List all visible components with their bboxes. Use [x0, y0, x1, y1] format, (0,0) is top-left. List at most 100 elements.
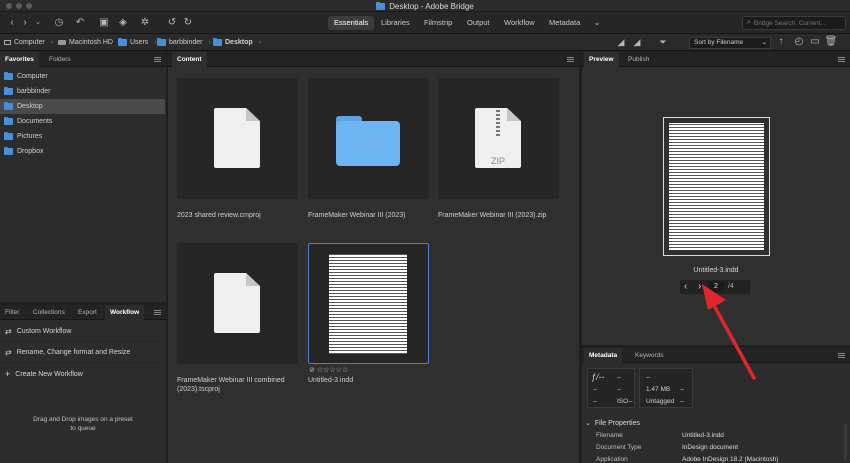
panel-menu-icon[interactable]	[567, 57, 574, 62]
workflow-icon: ⇄	[5, 327, 12, 336]
tab-filter[interactable]: Filter	[0, 305, 24, 320]
tab-favorites[interactable]: Favorites	[0, 52, 39, 67]
rating-stars[interactable]: ⊘ ☆☆☆☆☆	[309, 366, 348, 374]
workspace-tab-filmstrip[interactable]: Filmstrip	[418, 16, 458, 30]
workspace-tab-metadata[interactable]: Metadata	[543, 16, 586, 30]
favorite-label: barbbinder	[17, 88, 51, 95]
preview-panel-tabs: Preview Publish	[582, 52, 850, 67]
star-rating[interactable]: ☆☆☆☆☆	[317, 367, 348, 374]
iso-value: ISO--	[617, 398, 633, 405]
metadata-scrollbar[interactable]	[844, 424, 847, 460]
favorite-label: Pictures	[17, 133, 43, 140]
tab-keywords[interactable]: Keywords	[630, 348, 669, 363]
thumbnail-caption: FrameMaker Webinar III (2023)	[308, 212, 406, 219]
folder-icon	[213, 38, 222, 46]
property-value: Adobe InDesign 18.2 (Macintosh)	[682, 456, 779, 463]
rotate-right-icon[interactable]: ↻	[181, 17, 195, 29]
color-space-value: Untagged	[646, 398, 675, 405]
section-title: File Properties	[594, 419, 641, 427]
workspace-tab-output[interactable]: Output	[461, 16, 496, 30]
tab-metadata[interactable]: Metadata	[584, 348, 623, 363]
workspace-menu-chevron-icon[interactable]: ⌄	[590, 17, 604, 29]
trash-icon[interactable]: 🗑	[824, 36, 838, 48]
open-recent-icon[interactable]: ✲	[138, 17, 152, 29]
favorite-item-dropbox[interactable]: Dropbox	[0, 144, 165, 159]
favorites-panel-tabs: Favorites Folders	[0, 52, 166, 67]
workflow-item-custom[interactable]: ⇄ Custom Workflow	[0, 322, 165, 342]
folder-icon	[4, 132, 13, 140]
chevron-down-icon[interactable]: ⌄	[31, 17, 45, 29]
tab-publish[interactable]: Publish	[623, 52, 654, 67]
breadcrumb-computer[interactable]: Computer ›	[4, 34, 53, 51]
thumbnail-framemaker-webinar-tscproj[interactable]	[177, 243, 298, 364]
workflow-panel-tabs: Filter Collections Export Workflow	[0, 305, 166, 320]
thumbnail-framemaker-webinar-folder[interactable]	[308, 78, 429, 199]
file-properties-section-header[interactable]: ⌄ File Properties	[585, 419, 641, 428]
preview-document-page[interactable]	[663, 117, 770, 256]
chevron-right-icon: ›	[258, 39, 261, 46]
hard-drive-icon	[58, 40, 66, 45]
breadcrumb-label: barbbinder	[169, 39, 203, 46]
favorite-item-documents[interactable]: Documents	[0, 114, 165, 129]
reject-icon[interactable]: ⊘	[309, 367, 315, 374]
chevron-right-icon: ›	[50, 39, 54, 46]
breadcrumb-users[interactable]: Users ›	[118, 34, 157, 51]
rotate-left-icon[interactable]: ↺	[165, 17, 179, 29]
panel-menu-icon[interactable]	[154, 57, 161, 62]
thumbnail-framemaker-webinar-zip[interactable]: ZIP	[438, 78, 559, 199]
favorite-item-desktop[interactable]: Desktop	[0, 99, 165, 114]
open-recent-files-icon[interactable]: ◴	[792, 36, 806, 48]
sort-direction-icon[interactable]: ↑	[774, 36, 788, 48]
create-new-workflow-button[interactable]: + Create New Workflow	[0, 364, 165, 384]
main-toolbar: ‹ › ⌄ ◷ ↶ ▣ ◈ ✲ ↺ ↻ Essentials Libraries…	[0, 12, 850, 34]
boomerang-icon[interactable]: ↶	[73, 17, 87, 29]
content-panel-tabs: Content	[168, 52, 579, 67]
tab-export[interactable]: Export	[73, 305, 102, 320]
tab-folders[interactable]: Folders	[44, 52, 76, 67]
folder-icon	[4, 147, 13, 155]
breadcrumb-barbbinder[interactable]: barbbinder ›	[157, 34, 211, 51]
workspace-tab-essentials[interactable]: Essentials	[328, 16, 375, 30]
search-box[interactable]: ⌕	[742, 16, 846, 30]
workflow-item-rename-resize[interactable]: ⇄ Rename, Change format and Resize	[0, 343, 165, 363]
panel-menu-icon[interactable]	[154, 310, 161, 315]
quality-icon[interactable]: ◢	[614, 36, 628, 48]
drop-hint: Drag and Drop images on a preset to queu…	[33, 416, 133, 432]
breadcrumb-desktop[interactable]: Desktop ›	[213, 34, 261, 51]
favorite-item-pictures[interactable]: Pictures	[0, 129, 165, 144]
workflow-panel: Filter Collections Export Workflow ⇄ Cus…	[0, 305, 166, 463]
recent-history-icon[interactable]: ◷	[52, 17, 66, 29]
thumbnail-2023-shared-review[interactable]	[177, 78, 298, 199]
search-input[interactable]	[753, 19, 844, 27]
zipper-icon	[496, 110, 500, 136]
sort-dropdown[interactable]: Sort by Filename ⌄	[689, 37, 771, 49]
workspace-tab-workflow[interactable]: Workflow	[498, 16, 541, 30]
favorite-item-computer[interactable]: Computer	[0, 69, 165, 84]
tab-workflow[interactable]: Workflow	[105, 305, 145, 320]
page-fold	[246, 273, 260, 286]
favorite-item-barbbinder[interactable]: barbbinder	[0, 84, 165, 99]
camera-import-icon[interactable]: ▣	[97, 17, 111, 29]
forward-arrow-icon[interactable]: ›	[18, 17, 32, 29]
rating-filter-icon[interactable]: ◢	[630, 36, 644, 48]
thumbnail-untitled-3-indd[interactable]	[308, 243, 429, 364]
tab-preview[interactable]: Preview	[584, 52, 619, 67]
workspace-tab-libraries[interactable]: Libraries	[375, 16, 416, 30]
tab-content[interactable]: Content	[172, 52, 207, 67]
folder-icon	[4, 87, 13, 95]
panel-menu-icon[interactable]	[838, 353, 845, 358]
thumbnail-caption: Untitled-3.indd	[308, 377, 354, 384]
search-icon: ⌕	[747, 19, 751, 26]
breadcrumb-label: Desktop	[225, 39, 253, 46]
back-arrow-icon[interactable]: ‹	[5, 17, 19, 29]
tab-collections[interactable]: Collections	[28, 305, 70, 320]
new-folder-icon[interactable]: ▭	[808, 36, 822, 48]
breadcrumb-macintosh-hd[interactable]: Macintosh HD ›	[58, 34, 121, 51]
filter-icon[interactable]: ⏷	[656, 36, 670, 48]
plus-icon: +	[5, 369, 11, 379]
preview-filename: Untitled-3.indd	[693, 267, 739, 274]
refine-icon[interactable]: ◈	[116, 17, 130, 29]
favorite-label: Dropbox	[17, 148, 44, 155]
panel-menu-icon[interactable]	[838, 57, 845, 62]
previous-page-button[interactable]: ‹	[684, 281, 687, 292]
